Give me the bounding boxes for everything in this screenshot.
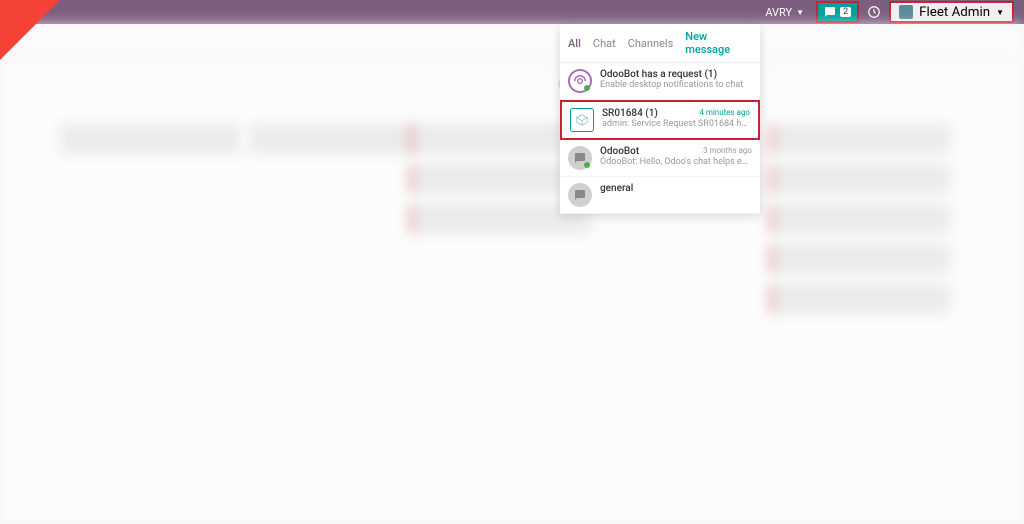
- message-count-badge: 2: [840, 7, 851, 17]
- box-icon: [570, 108, 594, 132]
- message-item-service-request[interactable]: SR01684 (1) admin: Service Request SR016…: [560, 100, 760, 140]
- blurred-background: [0, 24, 1024, 524]
- messages-button[interactable]: 2: [816, 1, 859, 23]
- message-subtitle: admin: Service Request SR01684 has been …: [602, 119, 750, 129]
- chat-bubble-icon: [824, 6, 836, 18]
- message-title: OdooBot has a request (1): [600, 69, 752, 80]
- message-subtitle: Enable desktop notifications to chat: [600, 80, 752, 90]
- message-item-odoobot-request[interactable]: OdooBot has a request (1) Enable desktop…: [560, 63, 760, 100]
- message-timestamp: 3 months ago: [703, 146, 752, 155]
- caret-down-icon: ▼: [996, 8, 1004, 17]
- message-content: general: [600, 183, 752, 194]
- new-message-link[interactable]: New message: [685, 30, 752, 56]
- user-name-label: Fleet Admin: [919, 5, 990, 20]
- activity-button[interactable]: [863, 1, 885, 23]
- avatar: [899, 5, 913, 19]
- channel-title: general: [600, 183, 752, 194]
- online-status-dot: [584, 85, 590, 91]
- message-subtitle: OdooBot: Hello, Odoo's chat helps employ…: [600, 157, 752, 167]
- messaging-dropdown: All Chat Channels New message OdooBot ha…: [560, 24, 760, 214]
- company-switcher[interactable]: AVRY ▼: [757, 2, 812, 23]
- top-bar: AVRY ▼ 2 Fleet Admin ▼: [0, 0, 1024, 24]
- company-name: AVRY: [765, 6, 792, 19]
- message-timestamp: 4 minutes ago: [699, 108, 750, 117]
- channel-item-general[interactable]: general: [560, 177, 760, 214]
- tab-channels[interactable]: Channels: [628, 37, 674, 50]
- user-menu-button[interactable]: Fleet Admin ▼: [889, 1, 1014, 23]
- caret-down-icon: ▼: [796, 8, 804, 17]
- channel-icon: [568, 183, 592, 207]
- tab-all[interactable]: All: [568, 37, 581, 50]
- clock-icon: [867, 5, 881, 19]
- dropdown-tabs: All Chat Channels New message: [560, 24, 760, 63]
- message-item-odoobot-chat[interactable]: OdooBot OdooBot: Hello, Odoo's chat help…: [560, 140, 760, 177]
- tab-chat[interactable]: Chat: [593, 37, 616, 50]
- topbar-right-group: AVRY ▼ 2 Fleet Admin ▼: [757, 1, 1014, 23]
- online-status-dot: [584, 162, 590, 168]
- ribbon-corner: [0, 0, 60, 60]
- message-content: OdooBot has a request (1) Enable desktop…: [600, 69, 752, 90]
